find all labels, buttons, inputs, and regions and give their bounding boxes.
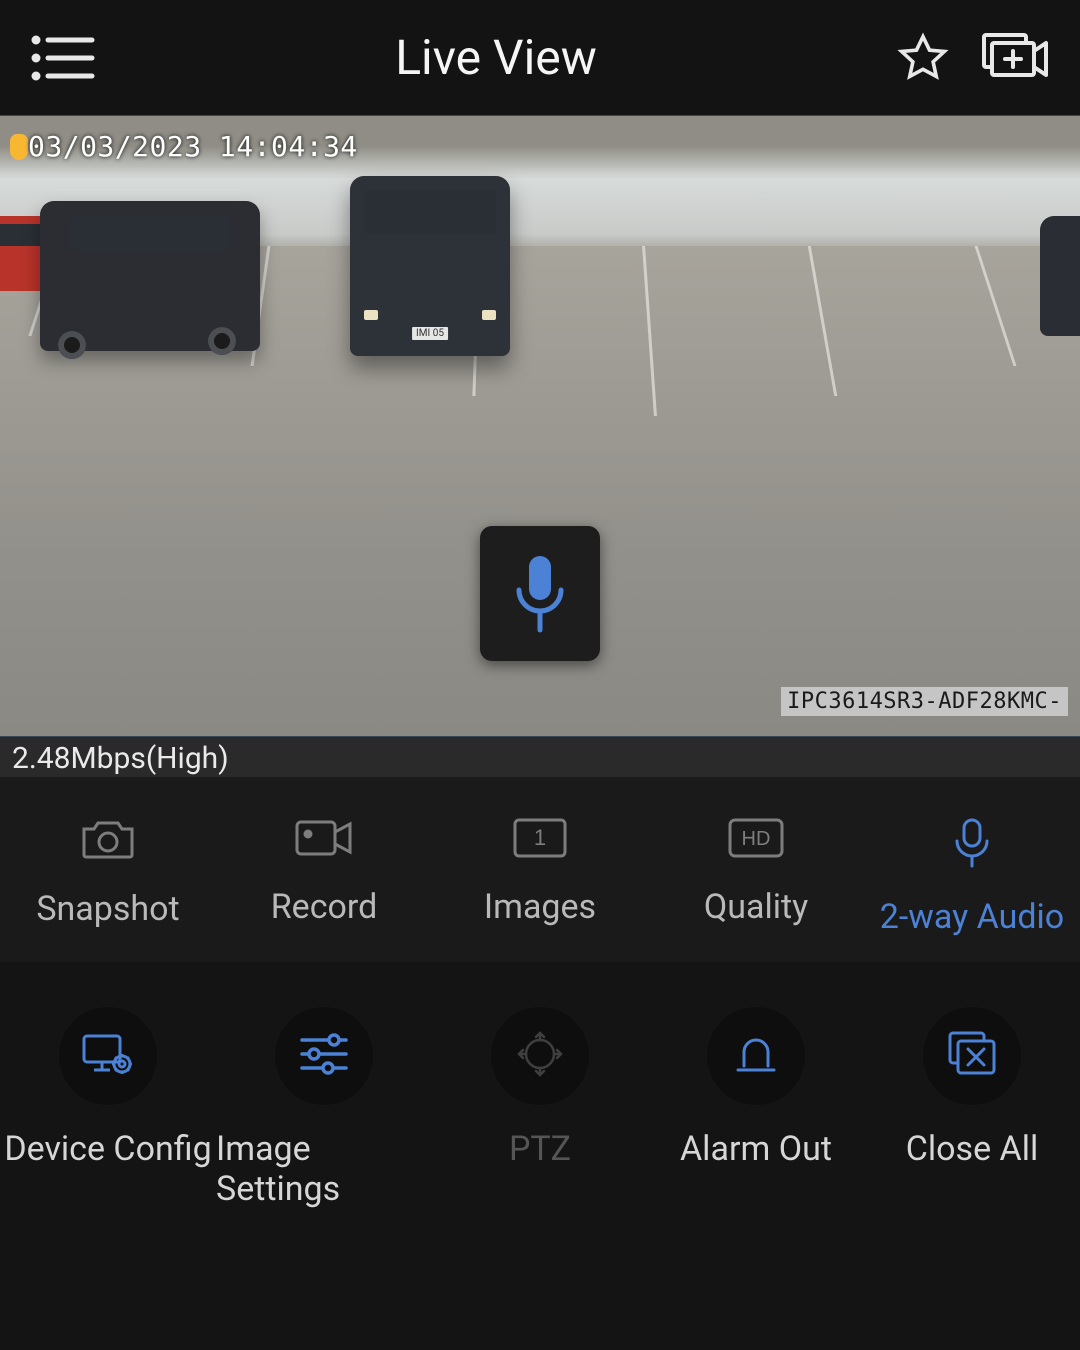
snapshot-label: Snapshot [36,889,179,929]
ptz-icon [514,1028,566,1084]
toolbar-primary: Snapshot Record 1 Images HD Qualit [0,777,1080,962]
device-config-button[interactable]: Device Config [0,1007,216,1169]
bitrate-label: 2.48Mbps(High) [0,737,1080,777]
car: IMI 05 [350,176,510,356]
page-title: Live View [96,29,896,86]
two-way-audio-button[interactable]: 2-way Audio [864,817,1080,937]
microphone-icon [952,817,992,873]
image-settings-button[interactable]: Image Settings [216,1007,432,1209]
close-all-label: Close All [906,1129,1039,1169]
alarm-out-label: Alarm Out [680,1129,832,1169]
record-button[interactable]: Record [216,817,432,927]
camera-model-overlay: IPC3614SR3-ADF28KMC- [781,687,1068,716]
svg-text:1: 1 [534,825,546,850]
alarm-icon [732,1030,780,1082]
quality-button[interactable]: HD Quality [648,817,864,927]
ptz-label: PTZ [509,1129,571,1169]
image-settings-label: Image Settings [216,1129,432,1209]
camera-icon [80,817,136,865]
quality-label: Quality [704,887,808,927]
ptz-button: PTZ [432,1007,648,1169]
car [1040,216,1080,336]
timestamp-text: 03/03/2023 14:04:34 [28,130,358,163]
images-icon: 1 [512,817,568,863]
app-header: Live View [0,0,1080,115]
record-label: Record [271,887,378,927]
toolbar-secondary: Device Config Image Settings [0,962,1080,1342]
sliders-icon [298,1032,350,1080]
close-all-button[interactable]: Close All [864,1007,1080,1169]
favorite-icon[interactable] [896,31,950,85]
two-way-audio-label: 2-way Audio [880,897,1064,937]
menu-icon[interactable] [30,34,96,82]
images-label: Images [484,887,596,927]
car [40,201,260,351]
device-config-label: Device Config [4,1129,211,1169]
timestamp-overlay: 03/03/2023 14:04:34 [10,130,358,163]
add-camera-icon[interactable] [978,31,1050,85]
close-all-icon [944,1029,1000,1083]
camera-live-view[interactable]: IMI 05 03/03/2023 14:04:34 IPC3614SR3-AD… [0,115,1080,737]
push-to-talk-button[interactable] [480,526,600,661]
video-icon [294,817,354,863]
svg-text:HD: HD [742,828,771,850]
hd-icon: HD [727,817,785,863]
monitor-gear-icon [80,1030,136,1082]
mic-active-icon [10,134,28,160]
alarm-out-button[interactable]: Alarm Out [648,1007,864,1169]
images-button[interactable]: 1 Images [432,817,648,927]
snapshot-button[interactable]: Snapshot [0,817,216,929]
